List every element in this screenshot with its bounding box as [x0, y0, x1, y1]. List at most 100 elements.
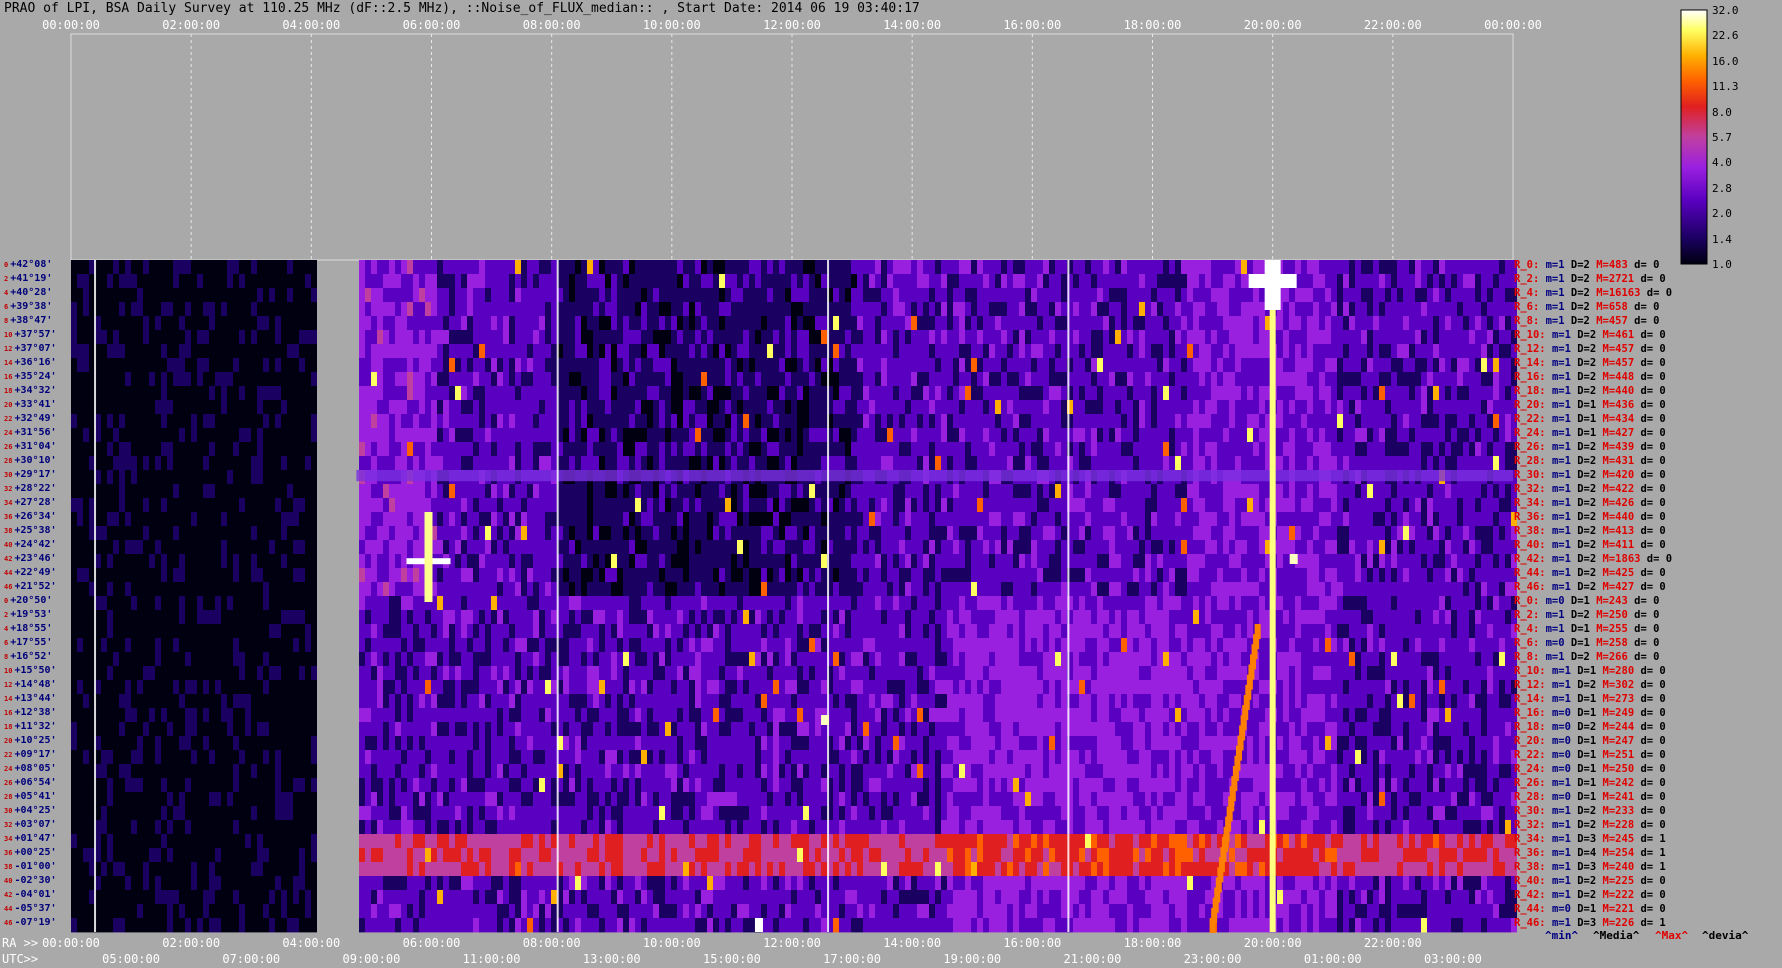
heatmap-cell	[1169, 540, 1175, 555]
heatmap-cell	[1025, 386, 1031, 401]
heatmap-cell	[1043, 372, 1049, 387]
heatmap-cell	[167, 456, 173, 471]
heatmap-cell	[965, 512, 971, 527]
heatmap-cell	[1091, 456, 1097, 471]
heatmap-cell	[227, 358, 233, 373]
heatmap-cell	[1325, 372, 1331, 387]
heatmap-cell	[239, 456, 245, 471]
heatmap-cell	[941, 274, 947, 289]
heatmap-cell	[377, 554, 383, 569]
heatmap-cell	[503, 288, 509, 303]
heatmap-cell	[1253, 386, 1259, 401]
heatmap-cell	[839, 330, 845, 345]
heatmap-cell	[1457, 512, 1463, 527]
heatmap-cell	[1121, 358, 1127, 373]
heatmap-cell	[881, 302, 887, 317]
heatmap-cell	[1391, 344, 1397, 359]
heatmap-cell	[581, 288, 587, 303]
heatmap-cell	[911, 498, 917, 513]
heatmap-cell	[911, 330, 917, 345]
heatmap-cell	[893, 442, 899, 457]
heatmap-cell	[377, 442, 383, 457]
heatmap-cell	[551, 288, 557, 303]
heatmap-cell	[857, 540, 863, 555]
heatmap-cell	[647, 302, 653, 317]
heatmap-cell	[623, 260, 629, 275]
heatmap-cell	[281, 498, 287, 513]
heatmap-cell	[1187, 260, 1193, 275]
heatmap-cell	[1439, 288, 1445, 303]
heatmap-cell	[899, 372, 905, 387]
heatmap-cell	[767, 274, 773, 289]
heatmap-cell	[1325, 288, 1331, 303]
heatmap-cell	[935, 386, 941, 401]
heatmap-cell	[1259, 316, 1265, 331]
heatmap-cell	[923, 540, 929, 555]
heatmap-cell	[287, 526, 293, 541]
heatmap-cell	[749, 498, 755, 513]
heatmap-cell	[1037, 344, 1043, 359]
heatmap-cell	[233, 428, 239, 443]
heatmap-cell	[107, 400, 113, 415]
heatmap-cell	[185, 498, 191, 513]
heatmap-cell	[1499, 386, 1505, 401]
heatmap-cell	[191, 526, 197, 541]
heatmap-cell	[1463, 330, 1469, 345]
heatmap-cell	[269, 484, 275, 499]
heatmap-cell	[737, 526, 743, 541]
heatmap-cell	[815, 288, 821, 303]
heatmap-cell	[1487, 484, 1493, 499]
heatmap-cell	[401, 512, 407, 527]
heatmap-cell	[437, 288, 443, 303]
heatmap-cell	[1199, 414, 1205, 429]
heatmap-cell	[1187, 540, 1193, 555]
heatmap-cell	[701, 428, 707, 443]
heatmap-cell	[215, 414, 221, 429]
heatmap-cell	[527, 316, 533, 331]
heatmap-cell	[551, 260, 557, 275]
heatmap-cell	[539, 456, 545, 471]
heatmap-cell	[293, 330, 299, 345]
heatmap-cell	[131, 274, 137, 289]
heatmap-cell	[113, 330, 119, 345]
heatmap-cell	[545, 512, 551, 527]
heatmap-cell	[869, 302, 875, 317]
heatmap-cell	[455, 554, 461, 569]
heatmap-cell	[1415, 484, 1421, 499]
heatmap-cell	[797, 386, 803, 401]
heatmap-cell	[377, 540, 383, 555]
heatmap-cell	[491, 442, 497, 457]
heatmap-cell	[875, 260, 881, 275]
heatmap-cell	[299, 484, 305, 499]
heatmap-cell	[311, 428, 317, 443]
heatmap-cell	[515, 498, 521, 513]
heatmap-cell	[1283, 302, 1289, 317]
heatmap-cell	[179, 358, 185, 373]
heatmap-cell	[263, 540, 269, 555]
heatmap-cell	[383, 372, 389, 387]
heatmap-cell	[1463, 344, 1469, 359]
heatmap-cell	[725, 400, 731, 415]
heatmap-cell	[1445, 330, 1451, 345]
heatmap-cell	[881, 540, 887, 555]
heatmap-cell	[1349, 428, 1355, 443]
heatmap-cell	[1175, 498, 1181, 513]
heatmap-cell	[155, 372, 161, 387]
heatmap-cell	[863, 288, 869, 303]
heatmap-cell	[1427, 260, 1433, 275]
heatmap-cell	[1229, 288, 1235, 303]
heatmap-cell	[107, 274, 113, 289]
heatmap-cell	[1007, 456, 1013, 471]
heatmap-cell	[371, 302, 377, 317]
heatmap-cell	[1013, 512, 1019, 527]
heatmap-cell	[101, 400, 107, 415]
heatmap-cell	[1325, 414, 1331, 429]
heatmap-cell	[671, 414, 677, 429]
heatmap-cell	[1049, 456, 1055, 471]
heatmap-cell	[1049, 386, 1055, 401]
heatmap-cell	[1313, 484, 1319, 499]
heatmap-cell	[1301, 456, 1307, 471]
heatmap-cell	[1469, 288, 1475, 303]
heatmap-cell	[1289, 456, 1295, 471]
heatmap-cell	[1445, 316, 1451, 331]
